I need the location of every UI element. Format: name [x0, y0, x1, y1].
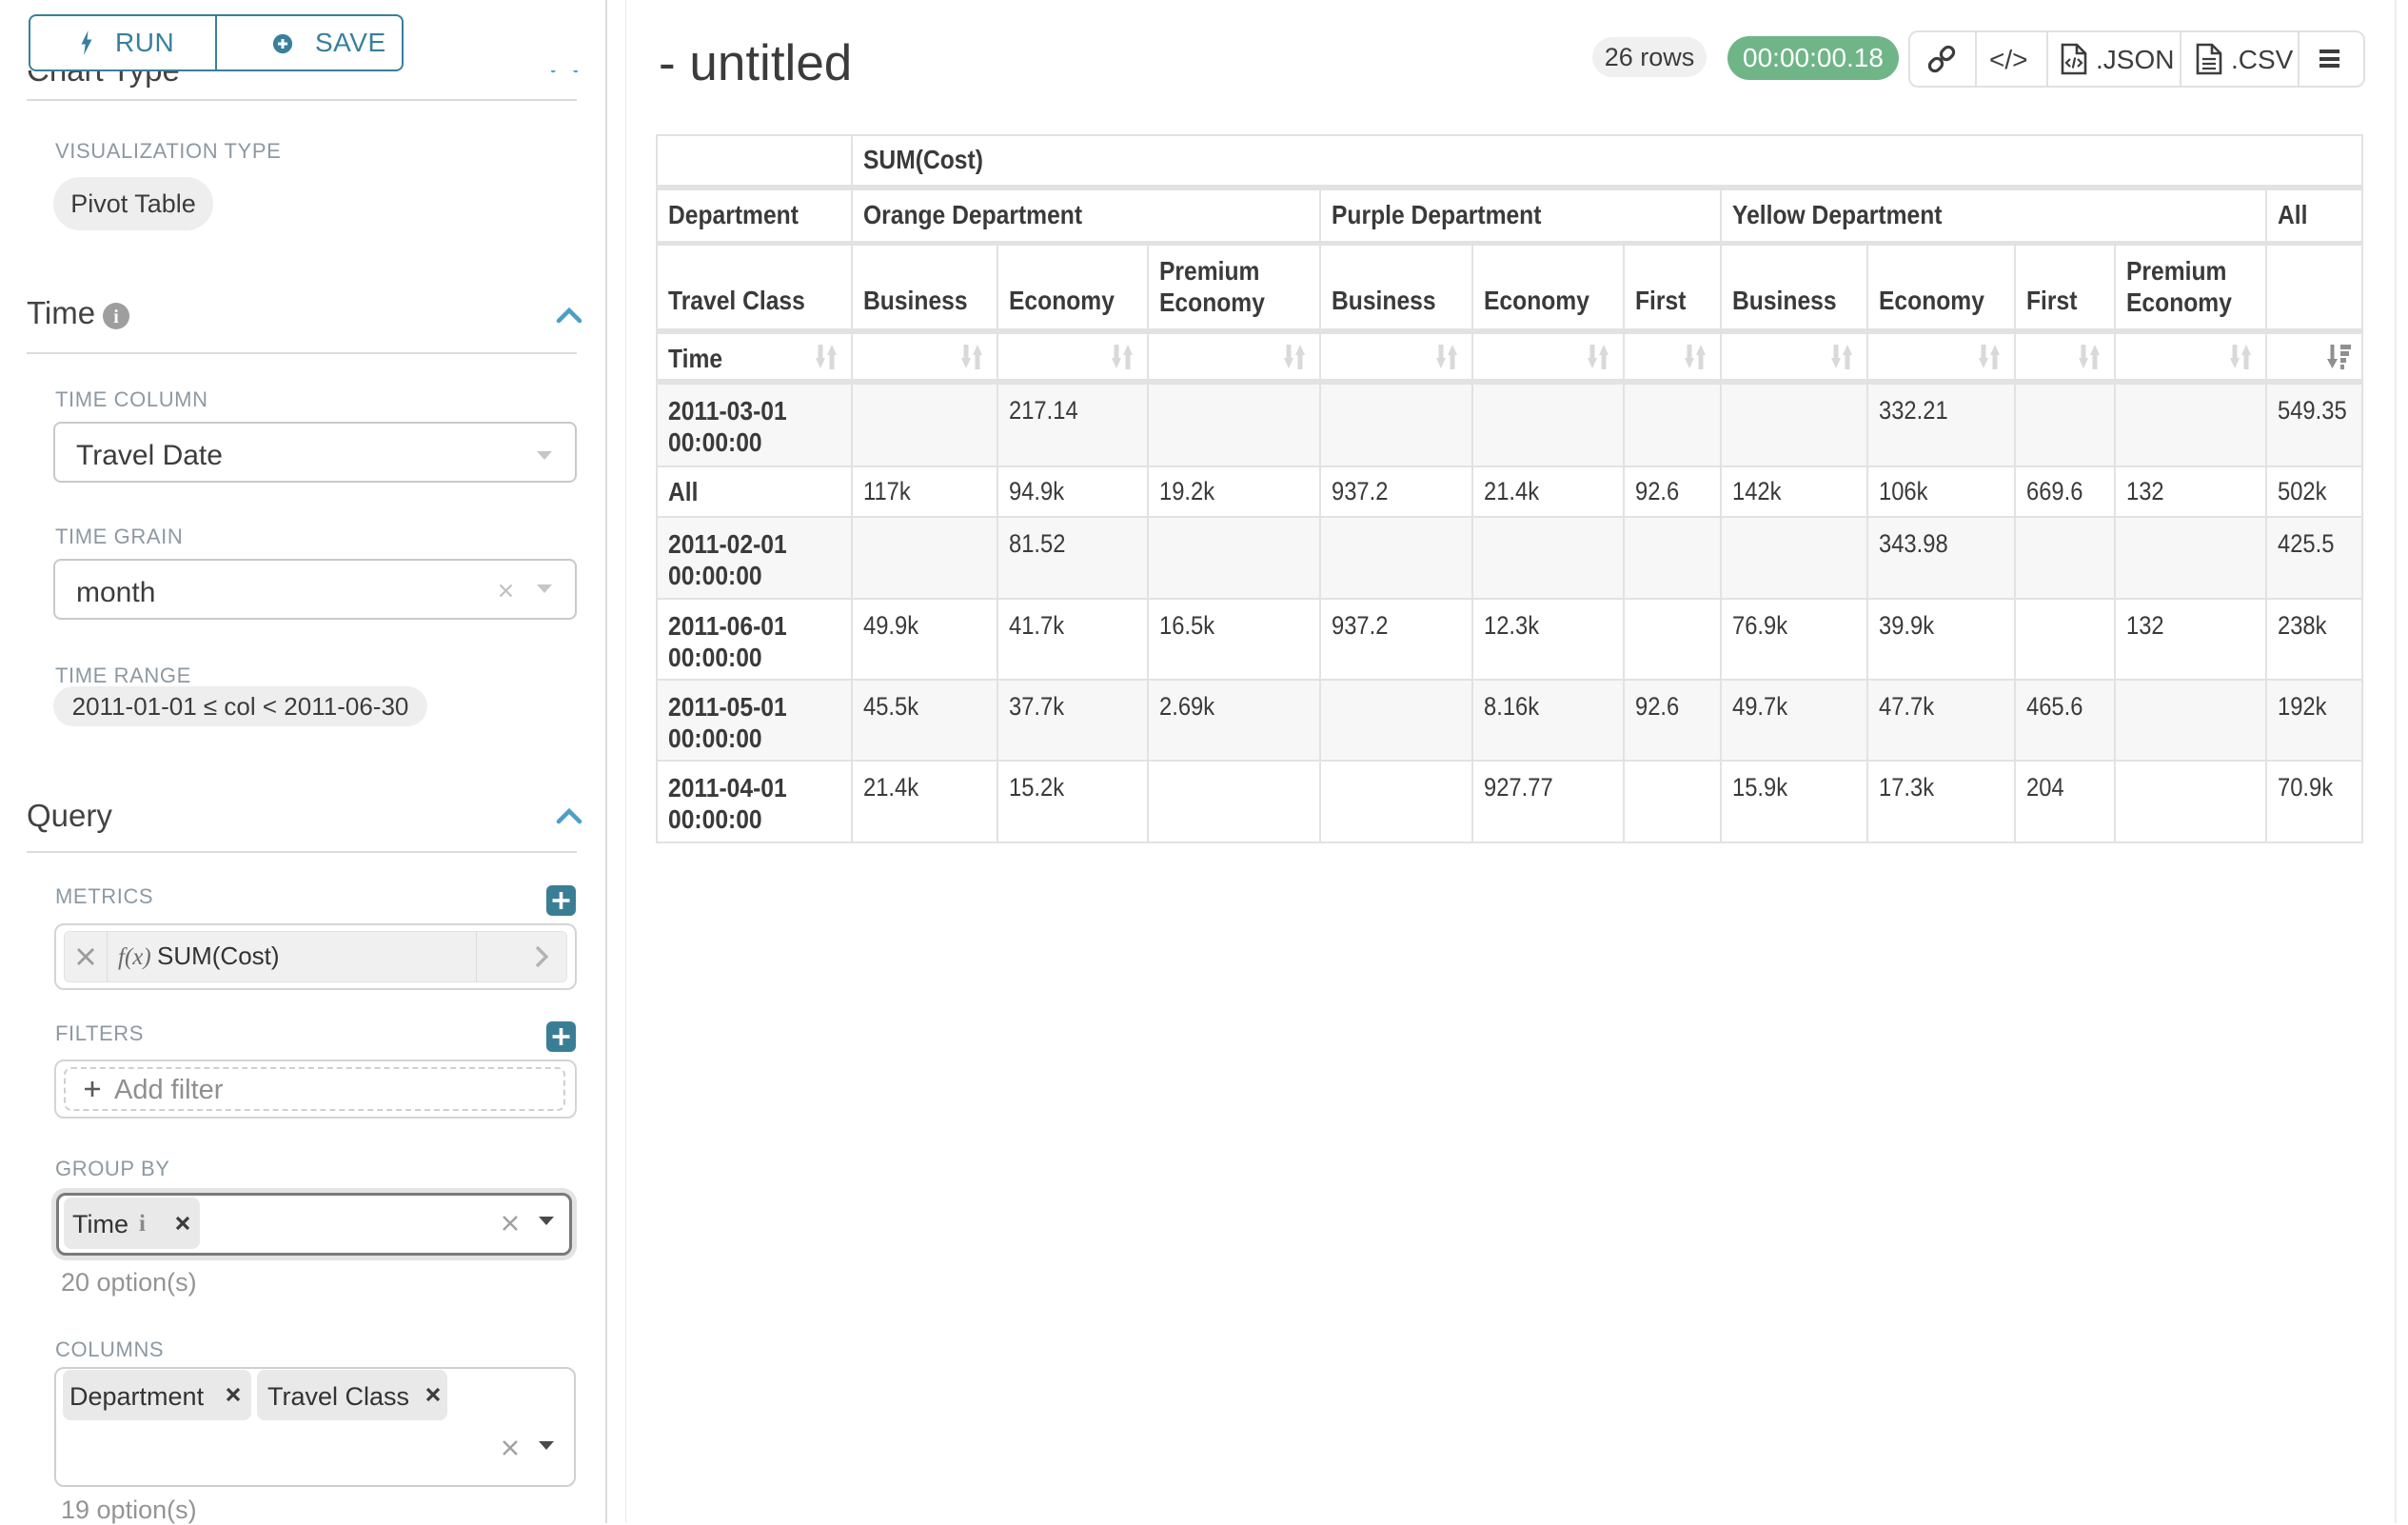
svg-text:i: i: [113, 307, 119, 327]
